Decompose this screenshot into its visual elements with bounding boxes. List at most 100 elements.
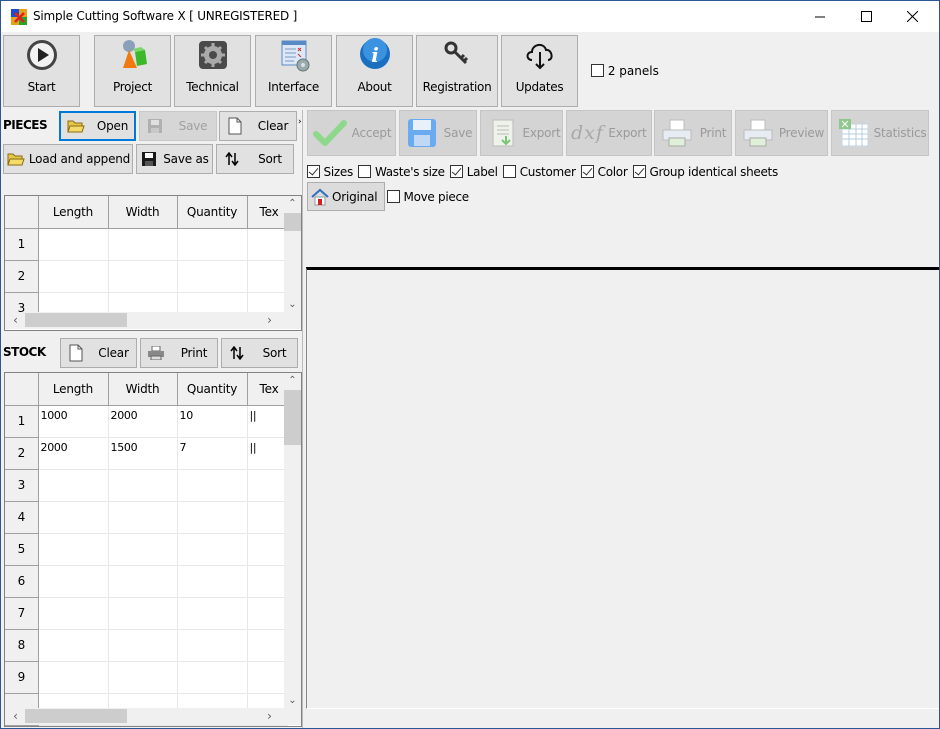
cell-quantity[interactable]: [177, 260, 248, 293]
pieces-sort-button[interactable]: Sort: [216, 144, 294, 174]
cell-width[interactable]: [108, 597, 178, 630]
cutting-layout-canvas[interactable]: [306, 267, 939, 709]
cell-width[interactable]: [108, 661, 178, 694]
row-header[interactable]: 6: [5, 565, 39, 598]
stock-vertical-scrollbar[interactable]: ⌃ ⌄: [284, 373, 301, 708]
start-button[interactable]: Start: [3, 35, 80, 107]
move-piece-box[interactable]: [387, 190, 400, 203]
pieces-vertical-scrollbar[interactable]: ⌃ ⌄: [284, 196, 301, 312]
registration-button[interactable]: Registration: [416, 35, 498, 107]
cell-quantity[interactable]: [177, 629, 248, 662]
cell-length[interactable]: 2000: [38, 437, 109, 470]
customer-checkbox[interactable]: Customer: [503, 165, 576, 179]
cell-width[interactable]: [108, 501, 178, 534]
dxf-export-button[interactable]: dxf Export: [566, 110, 652, 156]
cell-width[interactable]: 1500: [108, 437, 178, 470]
sizes-checkbox[interactable]: Sizes: [307, 165, 353, 179]
cell-width[interactable]: 2000: [108, 405, 178, 438]
row-header[interactable]: 4: [5, 501, 39, 534]
group-identical-sheets-checkbox[interactable]: Group identical sheets: [632, 165, 778, 179]
cell-text[interactable]: [247, 597, 288, 630]
result-save-button[interactable]: Save: [399, 110, 477, 156]
cell-width[interactable]: [108, 565, 178, 598]
label-checkbox[interactable]: Label: [450, 165, 498, 179]
label-box[interactable]: [450, 165, 464, 178]
scroll-thumb[interactable]: [284, 390, 301, 445]
stock-horizontal-scrollbar[interactable]: ‹ ›: [5, 708, 301, 725]
cell-quantity[interactable]: [177, 565, 248, 598]
cell-length[interactable]: [38, 533, 109, 566]
wastes-size-checkbox[interactable]: Waste's size: [358, 165, 445, 179]
export-button[interactable]: Export: [480, 110, 563, 156]
open-button[interactable]: Open: [59, 111, 136, 141]
cell-text[interactable]: ||: [247, 437, 288, 470]
stock-clear-button[interactable]: Clear: [60, 338, 137, 368]
cell-length[interactable]: 1000: [38, 405, 109, 438]
column-header-text[interactable]: Tex: [247, 373, 288, 406]
close-button[interactable]: [889, 1, 935, 32]
scroll-thumb[interactable]: [25, 709, 127, 723]
scroll-left-icon[interactable]: ‹: [7, 313, 24, 327]
updates-button[interactable]: Updates: [501, 35, 578, 107]
pieces-save-button[interactable]: Save: [139, 111, 217, 141]
cell-text[interactable]: [247, 469, 288, 502]
row-header[interactable]: 1: [5, 228, 39, 261]
two-panels-checkbox[interactable]: 2 panels: [591, 64, 659, 78]
cell-length[interactable]: [38, 501, 109, 534]
stock-sort-button[interactable]: Sort: [221, 338, 298, 368]
pieces-clear-button[interactable]: Clear: [219, 111, 297, 141]
scroll-thumb[interactable]: [284, 213, 301, 231]
pieces-grid[interactable]: Length Width Quantity Tex 1 2 3 ⌃ ⌄ ‹ ›: [4, 195, 302, 331]
scroll-left-icon[interactable]: ‹: [7, 709, 24, 723]
minimize-button[interactable]: [797, 1, 843, 32]
column-header-length[interactable]: Length: [38, 196, 109, 229]
statistics-button[interactable]: Statistics: [831, 110, 929, 156]
scroll-up-icon[interactable]: ⌃: [284, 375, 301, 386]
load-and-append-button[interactable]: Load and append: [3, 144, 133, 174]
cell-text[interactable]: [247, 533, 288, 566]
cell-length[interactable]: [38, 260, 109, 293]
customer-box[interactable]: [503, 165, 517, 178]
cell-width[interactable]: [108, 228, 178, 261]
cell-text[interactable]: ||: [247, 405, 288, 438]
column-header-quantity[interactable]: Quantity: [177, 196, 248, 229]
pieces-horizontal-scrollbar[interactable]: ‹ ›: [5, 312, 301, 329]
maximize-button[interactable]: [843, 1, 889, 32]
two-panels-box[interactable]: [591, 64, 604, 77]
row-header[interactable]: 1: [5, 405, 39, 438]
cell-length[interactable]: [38, 661, 109, 694]
row-header[interactable]: 5: [5, 533, 39, 566]
cell-length[interactable]: [38, 469, 109, 502]
column-header-quantity[interactable]: Quantity: [177, 373, 248, 406]
save-as-button[interactable]: Save as: [136, 144, 213, 174]
cell-length[interactable]: [38, 629, 109, 662]
stock-grid[interactable]: Length Width Quantity Tex 1 1000 2000 10…: [4, 372, 302, 727]
technical-button[interactable]: Technical: [174, 35, 251, 107]
cell-text[interactable]: [247, 661, 288, 694]
project-button[interactable]: Project: [94, 35, 171, 107]
accept-button[interactable]: Accept: [307, 110, 396, 156]
cell-quantity[interactable]: [177, 469, 248, 502]
preview-button[interactable]: Preview: [735, 110, 828, 156]
wastes-size-box[interactable]: [358, 165, 372, 178]
original-button[interactable]: Original: [307, 182, 385, 211]
cell-quantity[interactable]: 7: [177, 437, 248, 470]
scroll-right-icon[interactable]: ›: [261, 313, 278, 327]
sizes-box[interactable]: [307, 165, 320, 178]
interface-button[interactable]: Interface: [255, 35, 332, 107]
cell-text[interactable]: [247, 260, 288, 293]
cell-length[interactable]: [38, 565, 109, 598]
move-piece-checkbox[interactable]: Move piece: [387, 190, 469, 204]
cell-length[interactable]: [38, 597, 109, 630]
stock-print-button[interactable]: Print: [140, 338, 218, 368]
row-header[interactable]: 8: [5, 629, 39, 662]
row-header[interactable]: 7: [5, 597, 39, 630]
cell-text[interactable]: [247, 629, 288, 662]
scroll-right-icon[interactable]: ›: [261, 709, 278, 723]
about-button[interactable]: i About: [336, 35, 413, 107]
cell-length[interactable]: [38, 228, 109, 261]
column-header-width[interactable]: Width: [108, 373, 178, 406]
column-header-length[interactable]: Length: [38, 373, 109, 406]
column-header-text[interactable]: Tex: [247, 196, 288, 229]
panel-splitter[interactable]: [302, 110, 305, 728]
